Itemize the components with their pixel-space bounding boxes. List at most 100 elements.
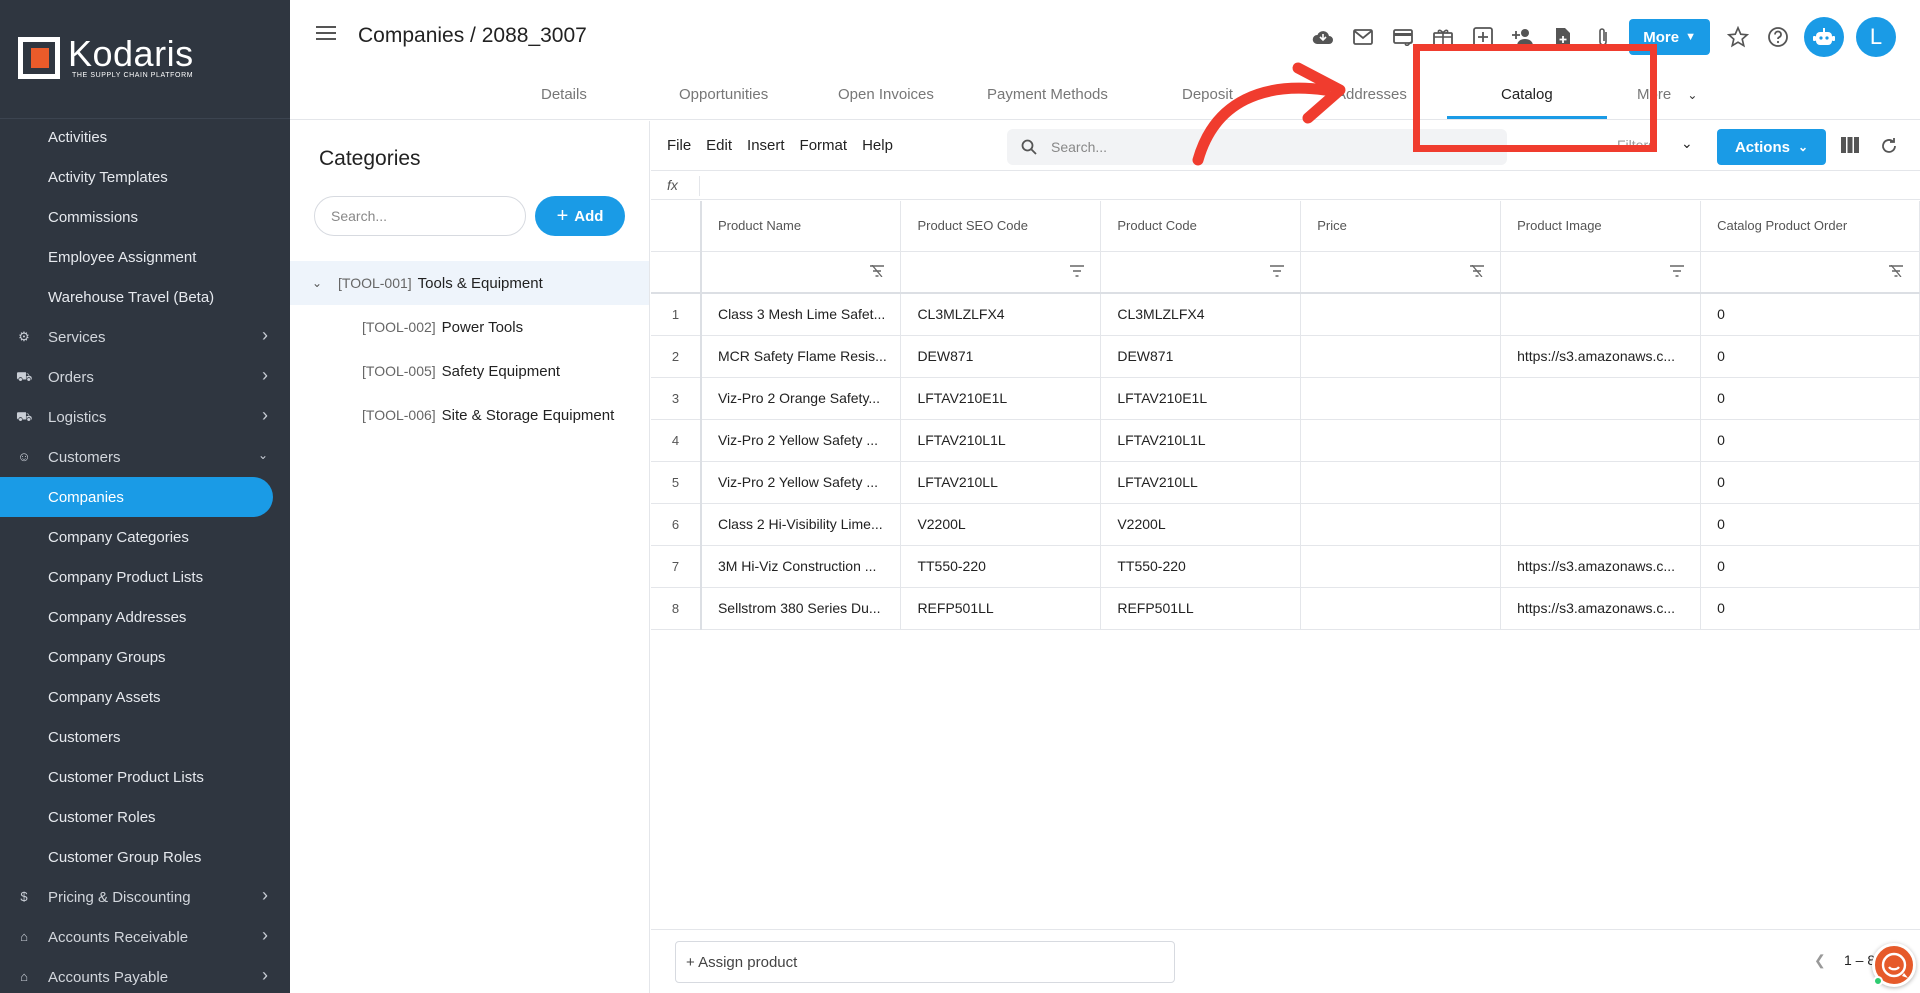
kodaris-logo[interactable]: Kodaris THE SUPPLY CHAIN PLATFORM	[18, 36, 194, 79]
sidebar-item-accounts-payable[interactable]: ⌂ Accounts Payable ›	[0, 957, 290, 993]
filter-off-icon[interactable]	[1300, 251, 1502, 294]
sidebar-item-customer-product-lists[interactable]: Customer Product Lists	[0, 757, 290, 797]
product-name-cell[interactable]: Class 3 Mesh Lime Safet...	[700, 293, 902, 336]
product-name-cell[interactable]: MCR Safety Flame Resis...	[700, 335, 902, 378]
column-header-product-image[interactable]: Product Image	[1500, 201, 1702, 252]
product-name-cell[interactable]: Viz-Pro 2 Yellow Safety ...	[700, 461, 902, 504]
product-code-cell[interactable]: DEW871	[1100, 335, 1302, 378]
chevron-left-icon[interactable]: ❮	[1814, 952, 1826, 969]
sidebar-item-company-addresses[interactable]: Company Addresses	[0, 597, 290, 637]
tab-opportunities[interactable]: Opportunities	[679, 86, 768, 103]
product-name-cell[interactable]: Class 2 Hi-Visibility Lime...	[700, 503, 902, 546]
price-cell[interactable]	[1300, 587, 1502, 630]
add-category-button[interactable]: + Add	[535, 196, 625, 236]
price-cell[interactable]	[1300, 461, 1502, 504]
price-cell[interactable]	[1300, 419, 1502, 462]
star-icon[interactable]	[1718, 18, 1758, 56]
seo-code-cell[interactable]: LFTAV210E1L	[900, 377, 1102, 420]
column-header-product-name[interactable]: Product Name	[700, 201, 902, 252]
cloud-icon[interactable]	[1303, 18, 1343, 56]
product-code-cell[interactable]: TT550-220	[1100, 545, 1302, 588]
sidebar-item-commissions[interactable]: Commissions	[0, 197, 290, 237]
columns-icon[interactable]	[1841, 137, 1859, 158]
filter-off-icon[interactable]	[1700, 251, 1920, 294]
catalog-order-cell[interactable]: 0	[1700, 503, 1920, 546]
table-row[interactable]: 5 Viz-Pro 2 Yellow Safety ... LFTAV210LL LF…	[651, 461, 1920, 504]
sidebar-item-customer-group-roles[interactable]: Customer Group Roles	[0, 837, 290, 877]
product-image-cell[interactable]: https://s3.amazonaws.c...	[1500, 335, 1702, 378]
seo-code-cell[interactable]: REFP501LL	[900, 587, 1102, 630]
product-image-cell[interactable]	[1500, 293, 1702, 336]
product-image-cell[interactable]	[1500, 503, 1702, 546]
column-header-price[interactable]: Price	[1300, 201, 1502, 252]
table-row[interactable]: 4 Viz-Pro 2 Yellow Safety ... LFTAV210L1L L…	[651, 419, 1920, 462]
product-image-cell[interactable]	[1500, 419, 1702, 462]
product-image-cell[interactable]	[1500, 377, 1702, 420]
price-cell[interactable]	[1300, 335, 1502, 378]
product-code-cell[interactable]: LFTAV210E1L	[1100, 377, 1302, 420]
sidebar-item-company-assets[interactable]: Company Assets	[0, 677, 290, 717]
product-code-cell[interactable]: REFP501LL	[1100, 587, 1302, 630]
help-icon[interactable]	[1758, 18, 1798, 56]
tab-payment-methods[interactable]: Payment Methods	[987, 86, 1108, 103]
menu-insert[interactable]: Insert	[747, 137, 785, 154]
sidebar-item-company-categories[interactable]: Company Categories	[0, 517, 290, 557]
catalog-order-cell[interactable]: 0	[1700, 335, 1920, 378]
table-row[interactable]: 8 Sellstrom 380 Series Du... REFP501LL REFP…	[651, 587, 1920, 630]
product-name-cell[interactable]: Sellstrom 380 Series Du...	[700, 587, 902, 630]
price-cell[interactable]	[1300, 293, 1502, 336]
sidebar-item-services[interactable]: ⚙ Services ›	[0, 317, 290, 357]
sidebar-item-customers[interactable]: ☺ Customers ⌄	[0, 437, 290, 477]
product-image-cell[interactable]: https://s3.amazonaws.c...	[1500, 545, 1702, 588]
category-tree-item[interactable]: [TOOL-002] Power Tools	[290, 305, 649, 349]
product-name-cell[interactable]: 3M Hi-Viz Construction ...	[700, 545, 902, 588]
seo-code-cell[interactable]: TT550-220	[900, 545, 1102, 588]
sidebar-item-company-product-lists[interactable]: Company Product Lists	[0, 557, 290, 597]
price-cell[interactable]	[1300, 377, 1502, 420]
chevron-down-icon[interactable]: ⌄	[1681, 135, 1693, 152]
menu-edit[interactable]: Edit	[706, 137, 732, 154]
filter-icon[interactable]	[1500, 251, 1702, 294]
catalog-order-cell[interactable]: 0	[1700, 377, 1920, 420]
catalog-order-cell[interactable]: 0	[1700, 293, 1920, 336]
product-code-cell[interactable]: V2200L	[1100, 503, 1302, 546]
seo-code-cell[interactable]: CL3MLZLFX4	[900, 293, 1102, 336]
refresh-icon[interactable]	[1880, 137, 1898, 160]
sidebar-item-pricing-discounting[interactable]: $ Pricing & Discounting ›	[0, 877, 290, 917]
product-name-cell[interactable]: Viz-Pro 2 Orange Safety...	[700, 377, 902, 420]
column-header-product-code[interactable]: Product Code	[1100, 201, 1302, 252]
mail-icon[interactable]	[1343, 18, 1383, 56]
sidebar-item-activities[interactable]: Activities	[0, 117, 290, 157]
user-avatar[interactable]: L	[1856, 17, 1896, 57]
sidebar-item-activity-templates[interactable]: Activity Templates	[0, 157, 290, 197]
sidebar-item-companies[interactable]: Companies	[0, 477, 273, 517]
sidebar-item-company-groups[interactable]: Company Groups	[0, 637, 290, 677]
table-row[interactable]: 7 3M Hi-Viz Construction ... TT550-220 TT55…	[651, 545, 1920, 588]
sidebar-item-accounts-receivable[interactable]: ⌂ Accounts Receivable ›	[0, 917, 290, 957]
category-tree-item[interactable]: [TOOL-005] Safety Equipment	[290, 349, 649, 393]
column-header-catalog-order[interactable]: Catalog Product Order	[1700, 201, 1920, 252]
seo-code-cell[interactable]: DEW871	[900, 335, 1102, 378]
sidebar-item-customer-roles[interactable]: Customer Roles	[0, 797, 290, 837]
price-cell[interactable]	[1300, 503, 1502, 546]
catalog-order-cell[interactable]: 0	[1700, 587, 1920, 630]
catalog-order-cell[interactable]: 0	[1700, 545, 1920, 588]
tab-details[interactable]: Details	[541, 86, 587, 103]
menu-help[interactable]: Help	[862, 137, 893, 154]
filter-off-icon[interactable]	[700, 251, 902, 294]
sidebar-item-logistics[interactable]: ⛟ Logistics ›	[0, 397, 290, 437]
menu-icon[interactable]	[316, 26, 336, 40]
assistant-bot-icon[interactable]	[1804, 17, 1844, 57]
category-tree-item[interactable]: ⌄ [TOOL-001] Tools & Equipment	[290, 261, 649, 305]
menu-format[interactable]: Format	[800, 137, 848, 154]
menu-file[interactable]: File	[667, 137, 691, 154]
price-cell[interactable]	[1300, 545, 1502, 588]
seo-code-cell[interactable]: LFTAV210L1L	[900, 419, 1102, 462]
category-tree-item[interactable]: [TOOL-006] Site & Storage Equipment	[290, 393, 649, 437]
seo-code-cell[interactable]: LFTAV210LL	[900, 461, 1102, 504]
catalog-order-cell[interactable]: 0	[1700, 419, 1920, 462]
product-image-cell[interactable]	[1500, 461, 1702, 504]
sidebar-item-customers[interactable]: Customers	[0, 717, 290, 757]
table-row[interactable]: 6 Class 2 Hi-Visibility Lime... V2200L V220…	[651, 503, 1920, 546]
product-code-cell[interactable]: LFTAV210L1L	[1100, 419, 1302, 462]
